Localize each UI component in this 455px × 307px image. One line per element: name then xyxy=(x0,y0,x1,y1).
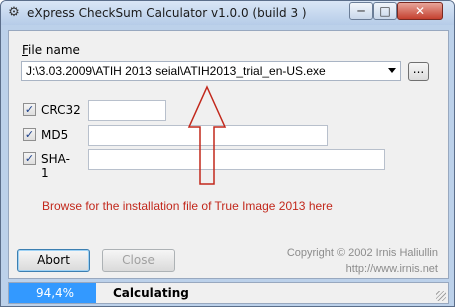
annotation-text: Browse for the installation file of True… xyxy=(42,199,333,213)
minimize-button[interactable]: ─ xyxy=(349,2,373,20)
crc32-field[interactable] xyxy=(88,100,166,121)
minimize-icon: ─ xyxy=(357,4,365,18)
status-text: Calculating xyxy=(113,286,189,300)
client-area: File name J:\3.03.2009\ATIH 2013 seial\A… xyxy=(8,30,449,279)
sha1-field[interactable] xyxy=(88,149,385,170)
app-window: ⚙ eXpress CheckSum Calculator v1.0.0 (bu… xyxy=(0,0,455,307)
close-button[interactable]: Close xyxy=(102,249,175,272)
abort-button[interactable]: Abort xyxy=(17,249,90,272)
maximize-button[interactable]: □ xyxy=(373,2,397,20)
copyright-block: Copyright © 2002 Irnis Haliullin http://… xyxy=(287,245,438,277)
crc32-checkbox[interactable]: ✓ xyxy=(23,103,36,116)
copyright-text: Copyright © 2002 Irnis Haliullin xyxy=(286,247,438,259)
sha1-label: SHA-1 xyxy=(41,152,70,180)
resize-grip-icon[interactable] xyxy=(436,291,446,301)
close-icon: ✕ xyxy=(414,4,426,18)
crc32-label: CRC32 xyxy=(41,103,81,117)
title-bar[interactable]: ⚙ eXpress CheckSum Calculator v1.0.0 (bu… xyxy=(1,1,454,25)
maximize-icon: □ xyxy=(379,4,391,18)
status-bar: 94,4% Calculating xyxy=(8,282,449,304)
dropdown-arrow-icon[interactable] xyxy=(388,68,396,73)
browse-button[interactable]: ... xyxy=(408,62,429,81)
sha1-checkbox[interactable]: ✓ xyxy=(23,152,36,165)
window-title: eXpress CheckSum Calculator v1.0.0 (buil… xyxy=(27,6,307,20)
progress-text: 94,4% xyxy=(35,286,75,300)
file-path-value: J:\3.03.2009\ATIH 2013 seial\ATIH2013_tr… xyxy=(26,64,326,78)
file-name-label: File name xyxy=(22,43,80,57)
file-path-combobox[interactable]: J:\3.03.2009\ATIH 2013 seial\ATIH2013_tr… xyxy=(21,61,401,81)
close-window-button[interactable]: ✕ xyxy=(397,2,443,20)
website-link[interactable]: http://www.irnis.net xyxy=(287,261,438,277)
annotation-arrow-icon xyxy=(187,85,227,185)
progress-bar: 94,4% xyxy=(9,283,101,303)
md5-label: MD5 xyxy=(41,128,69,142)
app-icon: ⚙ xyxy=(8,5,20,20)
md5-checkbox[interactable]: ✓ xyxy=(23,128,36,141)
